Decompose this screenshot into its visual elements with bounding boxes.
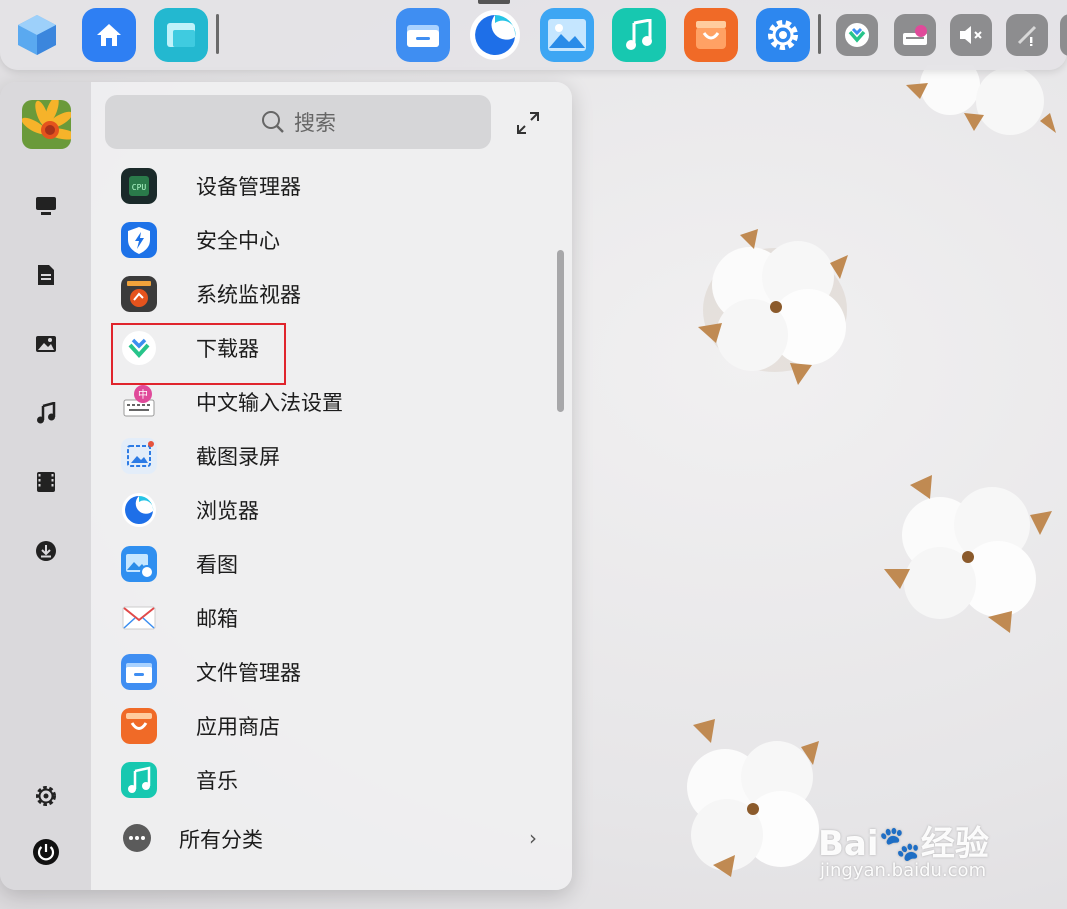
cotton-flower-4	[906, 65, 1056, 135]
app-list-item[interactable]: 应用商店	[91, 699, 551, 753]
sidebar-videos-icon[interactable]	[30, 466, 62, 498]
avatar[interactable]	[22, 100, 71, 149]
watermark-logo: Bai🐾经验	[818, 824, 989, 864]
file-manager-icon[interactable]	[396, 8, 450, 62]
sidebar-pictures-icon[interactable]	[30, 328, 62, 360]
app-list-item-label: 邮箱	[196, 607, 238, 631]
network-disconnected-icon[interactable]	[1006, 14, 1048, 56]
downloader-tray-icon[interactable]	[836, 14, 878, 56]
app-list-item[interactable]: 看图	[91, 537, 551, 591]
volume-muted-icon[interactable]	[950, 14, 992, 56]
app-list-item[interactable]: 系统监视器	[91, 267, 551, 321]
app-list-item-label: 设备管理器	[196, 175, 301, 199]
watermark-url: jingyan.baidu.com	[820, 860, 987, 881]
screenshot-icon	[121, 438, 157, 474]
cotton-flower-3	[687, 719, 819, 877]
app-store-icon[interactable]	[684, 8, 738, 62]
start-menu-main: 搜索 CPU 设备管理器 安全中心 系统监视器 下载器中中文输入法设置 截图录屏 浏览器 看图…	[91, 82, 572, 890]
dock-separator	[818, 14, 821, 54]
highlight-box	[111, 323, 286, 385]
fullscreen-expand-icon[interactable]	[515, 110, 541, 136]
app-list-item[interactable]: 文件管理器	[91, 645, 551, 699]
input-method-settings-icon: 中	[121, 384, 157, 420]
search-icon	[262, 111, 284, 133]
app-list-item[interactable]: 浏览器	[91, 483, 551, 537]
cotton-flower-2	[884, 475, 1052, 633]
app-list-item[interactable]: 音乐	[91, 753, 551, 807]
music-icon	[121, 762, 157, 798]
app-list-item-label: 浏览器	[196, 499, 259, 523]
search-input[interactable]: 搜索	[105, 95, 491, 149]
app-list-item[interactable]: 截图录屏	[91, 429, 551, 483]
home-icon[interactable]	[82, 8, 136, 62]
search-placeholder: 搜索	[294, 111, 336, 135]
settings-icon[interactable]	[756, 8, 810, 62]
start-menu-sidebar	[0, 82, 91, 890]
music-icon[interactable]	[612, 8, 666, 62]
dock-separator	[216, 14, 219, 54]
multitask-view-icon[interactable]	[154, 8, 208, 62]
svg-text:CPU: CPU	[132, 183, 147, 192]
app-list-item[interactable]: 邮箱	[91, 591, 551, 645]
baidu-watermark: Bai🐾经验 jingyan.baidu.com	[818, 798, 1018, 888]
device-manager-icon: CPU	[121, 168, 157, 204]
app-list-item-label: 音乐	[196, 769, 238, 793]
app-list-item-label: 系统监视器	[196, 283, 301, 307]
app-list-item-label: 文件管理器	[196, 661, 301, 685]
security-center-icon	[121, 222, 157, 258]
more-icon	[123, 824, 151, 852]
chevron-right-icon: ›	[529, 826, 537, 850]
app-list-item[interactable]: 安全中心	[91, 213, 551, 267]
sidebar-music-icon[interactable]	[30, 397, 62, 429]
dock-active-indicator	[478, 0, 510, 4]
sidebar-documents-icon[interactable]	[30, 259, 62, 291]
start-menu: 搜索 CPU 设备管理器 安全中心 系统监视器 下载器中中文输入法设置 截图录屏 浏览器 看图…	[0, 82, 572, 890]
power-button-icon[interactable]	[30, 836, 62, 868]
image-viewer-icon[interactable]	[540, 8, 594, 62]
all-categories-button[interactable]: 所有分类 ›	[91, 810, 572, 866]
taskbar-dock	[0, 0, 1067, 70]
app-list-item-label: 安全中心	[196, 229, 280, 253]
browser-icon	[121, 492, 157, 528]
tray-overflow-icon[interactable]	[1060, 14, 1067, 56]
app-list-item-label: 中文输入法设置	[196, 391, 343, 415]
cotton-flower-1	[698, 229, 848, 385]
all-categories-label: 所有分类	[179, 828, 263, 852]
app-list-item-label: 截图录屏	[196, 445, 280, 469]
kylin-launcher-icon[interactable]	[10, 8, 64, 62]
app-list-scrollbar[interactable]	[557, 250, 564, 412]
mail-icon	[121, 600, 157, 636]
sidebar-downloads-icon[interactable]	[30, 535, 62, 567]
image-viewer-icon	[121, 546, 157, 582]
settings-gear-icon[interactable]	[30, 780, 62, 812]
app-list-item[interactable]: CPU 设备管理器	[91, 159, 551, 213]
app-list-item-label: 应用商店	[196, 715, 280, 739]
system-monitor-icon	[121, 276, 157, 312]
file-manager-icon	[121, 654, 157, 690]
input-method-tray-icon[interactable]	[894, 14, 936, 56]
browser-icon[interactable]	[468, 8, 522, 62]
app-list-item-label: 看图	[196, 553, 238, 577]
sidebar-all-apps-icon[interactable]	[30, 190, 62, 222]
svg-text:中: 中	[138, 388, 148, 401]
app-store-icon	[121, 708, 157, 744]
